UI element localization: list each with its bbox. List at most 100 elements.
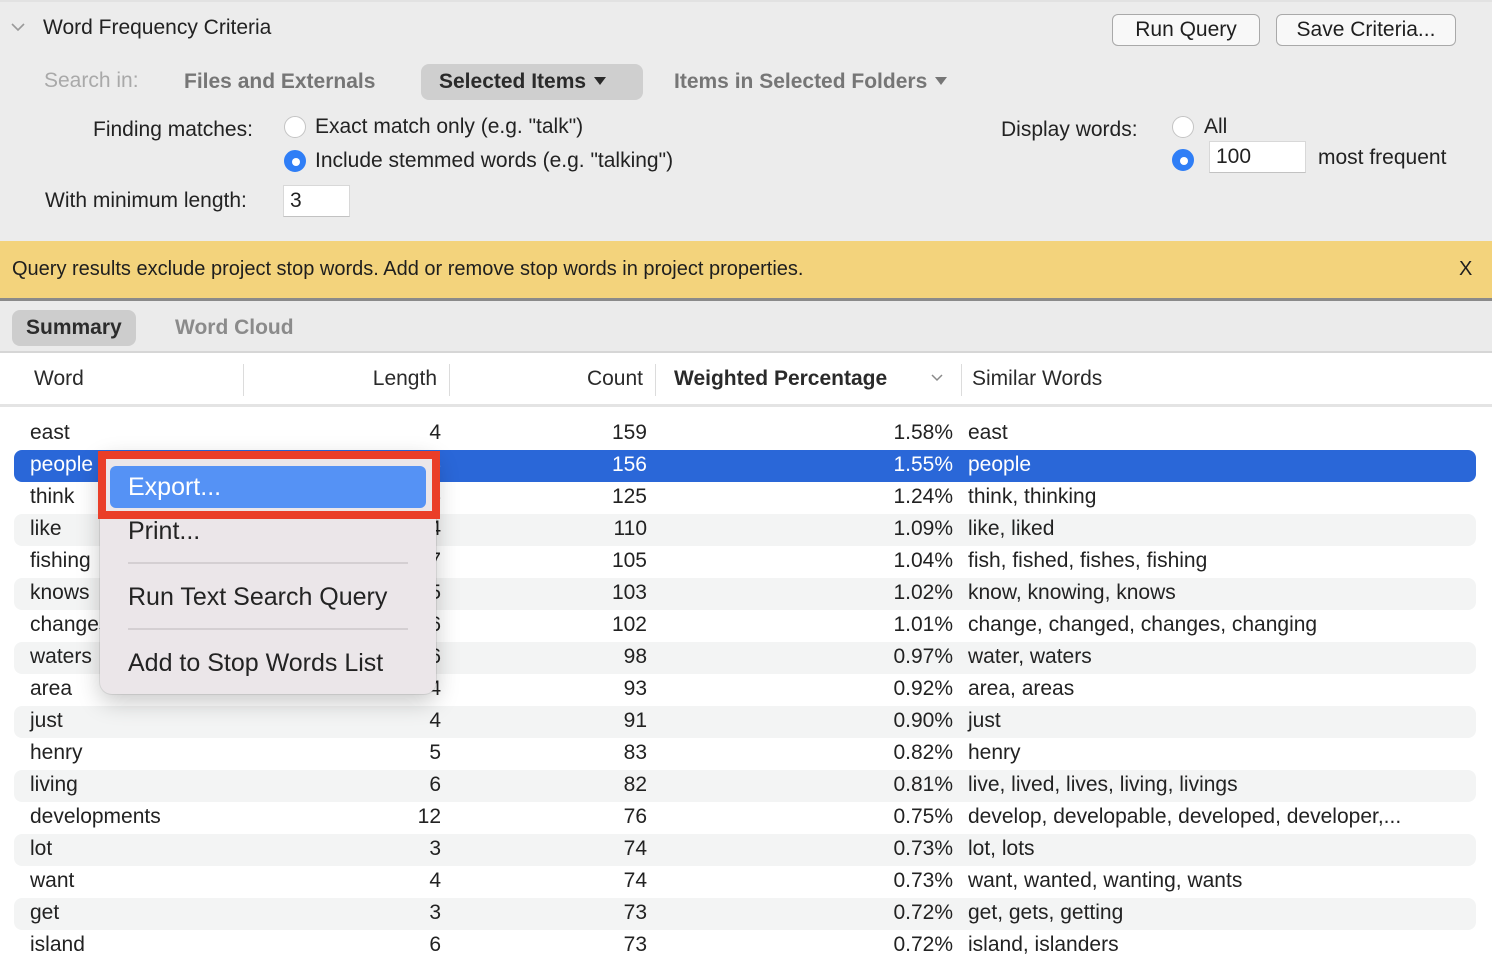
sort-descending-icon[interactable] [930,373,944,383]
min-length-label: With minimum length: [45,189,247,212]
cell-word: like [30,517,62,540]
cell-weighted-percentage: 1.04% [893,549,953,572]
scope-files-and-externals[interactable]: Files and Externals [166,64,393,100]
cell-similar-words: water, waters [968,645,1092,668]
cell-count: 74 [623,837,647,860]
column-header-length[interactable]: Length [373,367,437,391]
stemmed-words-radio[interactable] [284,150,306,172]
cell-word: changes [30,613,110,636]
finding-matches-label: Finding matches: [93,118,253,141]
cell-word: henry [30,741,83,764]
stop-words-banner: Query results exclude project stop words… [0,241,1492,298]
cell-word: knows [30,581,90,604]
cell-count: 91 [623,709,647,732]
cell-weighted-percentage: 0.75% [893,805,953,828]
cell-word: just [30,709,63,732]
column-header-count[interactable]: Count [587,367,643,391]
stemmed-words-label[interactable]: Include stemmed words (e.g. "talking") [315,149,673,173]
cell-count: 105 [611,549,647,572]
scope-label: Selected Items [439,70,587,93]
table-row[interactable]: lot 3 74 0.73% lot, lots [14,834,1476,866]
table-row[interactable]: get 3 73 0.72% get, gets, getting [14,898,1476,930]
cell-length: 5 [429,741,441,764]
scope-items-in-selected-folders[interactable]: Items in Selected Folders [656,64,965,100]
cell-word: living [30,773,78,796]
cell-similar-words: know, knowing, knows [968,581,1176,604]
exact-match-label[interactable]: Exact match only (e.g. "talk") [315,115,583,139]
column-header-word[interactable]: Word [34,367,84,391]
table-row[interactable]: just 4 91 0.90% just [14,706,1476,738]
cell-weighted-percentage: 0.72% [893,933,953,956]
display-all-radio[interactable] [1172,116,1194,138]
menu-item-export[interactable]: Export... [110,466,426,508]
cell-similar-words: island, islanders [968,933,1119,956]
cell-similar-words: want, wanted, wanting, wants [968,869,1243,892]
tab-word-cloud[interactable]: Word Cloud [161,310,308,346]
menu-item-print[interactable]: Print... [110,510,426,552]
display-top-radio[interactable] [1172,149,1194,171]
cell-weighted-percentage: 0.81% [893,773,953,796]
table-row[interactable]: living 6 82 0.81% live, lived, lives, living… [14,770,1476,802]
cell-weighted-percentage: 1.55% [893,453,953,476]
cell-length: 4 [429,709,441,732]
scope-selected-items[interactable]: Selected Items [421,64,643,100]
column-header-similar-words[interactable]: Similar Words [972,367,1102,391]
exact-match-radio[interactable] [284,116,306,138]
column-resize-handle[interactable] [243,364,244,396]
dropdown-triangle-icon [594,77,607,85]
menu-separator [128,562,408,564]
cell-count: 159 [611,421,647,444]
menu-item-add-to-stop-words[interactable]: Add to Stop Words List [110,642,426,684]
cell-count: 82 [623,773,647,796]
cell-word: waters [30,645,92,668]
run-query-button[interactable]: Run Query [1112,14,1260,46]
column-resize-handle[interactable] [655,364,656,396]
menu-separator [128,628,408,630]
cell-weighted-percentage: 1.58% [893,421,953,444]
table-row[interactable]: henry 5 83 0.82% henry [14,738,1476,770]
close-icon[interactable]: X [1459,258,1472,281]
cell-word: people [30,453,94,476]
scope-label: Items in Selected Folders [674,70,928,93]
display-top-count-input[interactable] [1209,141,1306,173]
table-row[interactable]: developments 12 76 0.75% develop, developabl… [14,802,1476,834]
cell-similar-words: develop, developable, developed, develop… [968,805,1402,828]
criteria-panel: Word Frequency Criteria Run Query Save C… [0,0,1492,241]
cell-similar-words: think, thinking [968,485,1097,508]
save-criteria-button[interactable]: Save Criteria... [1276,14,1456,46]
cell-count: 74 [623,869,647,892]
cell-similar-words: change, changed, changes, changing [968,613,1318,636]
cell-count: 102 [611,613,647,636]
cell-word: area [30,677,73,700]
menu-item-run-text-search-query[interactable]: Run Text Search Query [110,576,426,618]
table-header: Word Length Count Weighted Percentage Si… [0,353,1492,407]
cell-word: lot [30,837,53,860]
cell-count: 93 [623,677,647,700]
chevron-down-icon[interactable] [9,18,27,36]
cell-similar-words: lot, lots [968,837,1035,860]
cell-word: think [30,485,75,508]
column-resize-handle[interactable] [961,364,962,396]
display-all-label[interactable]: All [1204,115,1227,139]
cell-count: 73 [623,901,647,924]
search-in-label: Search in: [44,69,139,92]
table-row[interactable]: east 4 159 1.58% east [14,418,1476,450]
cell-count: 125 [611,485,647,508]
cell-word: fishing [30,549,91,572]
cell-similar-words: east [968,421,1008,444]
cell-weighted-percentage: 0.90% [893,709,953,732]
cell-length: 4 [429,421,441,444]
min-length-input[interactable] [283,185,350,217]
cell-weighted-percentage: 0.72% [893,901,953,924]
cell-length: 6 [429,773,441,796]
table-row[interactable]: want 4 74 0.73% want, wanted, wanting, wants [14,866,1476,898]
cell-word: east [30,421,70,444]
display-words-label: Display words: [1001,118,1138,141]
column-header-weighted-percentage[interactable]: Weighted Percentage [674,367,887,391]
table-row[interactable]: island 6 73 0.72% island, islanders [14,930,1476,962]
criteria-title: Word Frequency Criteria [43,16,272,39]
tab-summary[interactable]: Summary [12,310,136,346]
column-resize-handle[interactable] [449,364,450,396]
cell-weighted-percentage: 0.92% [893,677,953,700]
cell-weighted-percentage: 0.97% [893,645,953,668]
